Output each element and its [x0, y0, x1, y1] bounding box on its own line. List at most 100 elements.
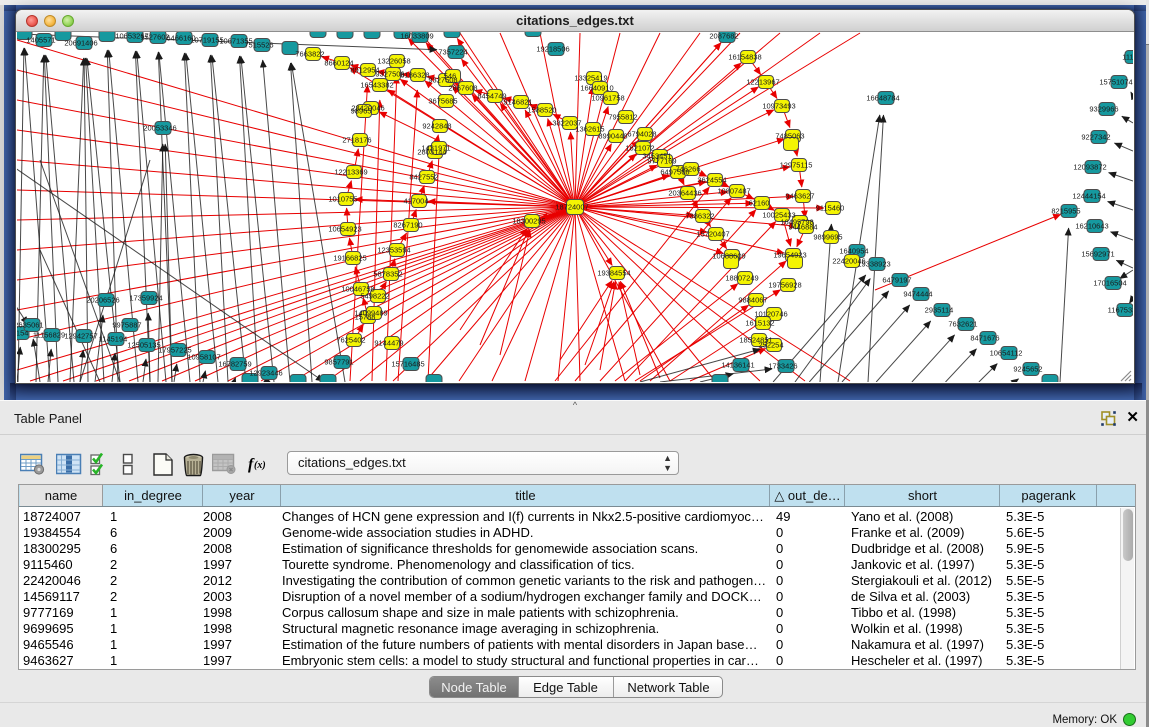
svg-text:13325419: 13325419 [574, 74, 607, 83]
svg-text:10120746: 10120746 [754, 310, 787, 319]
svg-text:3675685: 3675685 [428, 97, 457, 106]
svg-text:9463627: 9463627 [785, 192, 814, 201]
svg-text:7485063: 7485063 [775, 132, 804, 141]
svg-text:9857791: 9857791 [324, 358, 353, 367]
svg-text:7515526: 7515526 [244, 41, 273, 50]
svg-text:6794028: 6794028 [627, 130, 656, 139]
svg-text:8660124: 8660124 [324, 59, 353, 68]
svg-text:20364436: 20364436 [668, 189, 701, 198]
svg-text:10654112: 10654112 [990, 349, 1023, 358]
svg-text:20053346: 20053346 [143, 124, 176, 133]
svg-text:12923446: 12923446 [249, 369, 282, 378]
svg-text:20691406: 20691406 [64, 39, 97, 48]
svg-text:1615132: 1615132 [745, 319, 774, 328]
svg-text:19166825: 19166825 [333, 254, 366, 263]
svg-text:9245652: 9245652 [1013, 365, 1042, 374]
svg-text:9115460: 9115460 [816, 204, 845, 213]
svg-text:2635061: 2635061 [17, 321, 44, 330]
svg-text:8454749: 8454749 [477, 92, 506, 101]
svg-text:9227342: 9227342 [1081, 133, 1110, 142]
svg-text:1640954: 1640954 [839, 247, 868, 256]
svg-text:12213967: 12213967 [746, 78, 779, 87]
svg-text:39154: 39154 [17, 329, 28, 338]
svg-text:9975887: 9975887 [112, 321, 141, 330]
svg-text:19384554: 19384554 [597, 269, 630, 278]
svg-text:9144479: 9144479 [374, 339, 403, 348]
svg-text:11156829: 11156829 [33, 331, 65, 340]
svg-text:7632621: 7632621 [948, 320, 977, 329]
svg-text:2718176: 2718176 [342, 136, 371, 145]
svg-text:15720407: 15720407 [696, 230, 729, 239]
svg-text:8215955: 8215955 [1051, 207, 1080, 216]
svg-text:9777169: 9777169 [647, 157, 676, 166]
svg-text:(x): (x) [254, 460, 266, 471]
svg-text:12505135: 12505135 [127, 341, 160, 350]
svg-text:17359924: 17359924 [129, 294, 162, 303]
svg-text:2935114: 2935114 [925, 306, 954, 315]
svg-text:15692971: 15692971 [1081, 250, 1114, 259]
svg-text:20206526: 20206526 [86, 296, 119, 305]
svg-text:18807249: 18807249 [725, 274, 758, 283]
svg-text:1010755: 1010755 [328, 195, 357, 204]
svg-text:9474444: 9474444 [903, 290, 932, 299]
svg-text:1405571: 1405571 [26, 36, 55, 45]
svg-text:16648784: 16648784 [866, 94, 899, 103]
svg-text:17016504: 17016504 [1093, 279, 1126, 288]
svg-text:2087682: 2087682 [709, 32, 738, 41]
svg-text:9899695: 9899695 [813, 233, 842, 242]
svg-text:417004: 417004 [403, 197, 428, 206]
svg-text:15716485: 15716485 [391, 360, 424, 369]
svg-text:746266: 746266 [675, 165, 700, 174]
svg-text:252254: 252254 [758, 341, 783, 350]
svg-text:10688609: 10688609 [712, 252, 745, 261]
svg-text:13226058: 13226058 [377, 57, 410, 66]
svg-text:6479197: 6479197 [882, 276, 911, 285]
svg-text:19756928: 19756928 [768, 281, 801, 290]
svg-text:16033809: 16033809 [400, 32, 433, 41]
svg-text:5878352: 5878352 [373, 270, 402, 279]
svg-text:10961758: 10961758 [591, 94, 624, 103]
svg-text:8427552: 8427552 [409, 173, 438, 182]
svg-text:19218506: 19218506 [536, 45, 569, 54]
svg-text:8990448: 8990448 [598, 132, 627, 141]
svg-text:5498222: 5498222 [360, 292, 389, 301]
svg-text:10973493: 10973493 [762, 102, 795, 111]
svg-text:16640910: 16640910 [580, 84, 613, 93]
svg-text:9242848: 9242848 [422, 122, 451, 131]
svg-text:7955812: 7955812 [608, 113, 637, 122]
svg-text:3624554: 3624554 [697, 176, 726, 185]
svg-text:18300295: 18300295 [512, 217, 545, 226]
svg-text:19654923: 19654923 [773, 251, 806, 260]
svg-text:8186328: 8186328 [400, 71, 429, 80]
svg-text:9884067: 9884067 [738, 296, 767, 305]
svg-text:9329966: 9329966 [1089, 105, 1118, 114]
svg-text:1431971: 1431971 [421, 144, 450, 153]
svg-text:1588520: 1588520 [527, 106, 556, 115]
svg-text:10958107: 10958107 [187, 353, 220, 362]
svg-text:22420046: 22420046 [832, 257, 865, 266]
svg-text:12213369: 12213369 [334, 168, 367, 177]
svg-text:1733426: 1733426 [768, 362, 797, 371]
svg-text:12353594: 12353594 [377, 246, 410, 255]
svg-text:546: 546 [444, 72, 457, 81]
svg-text:10654923: 10654923 [328, 225, 361, 234]
svg-text:1145194: 1145194 [99, 335, 128, 344]
svg-text:7663822: 7663822 [295, 50, 324, 59]
svg-text:15751074: 15751074 [1099, 78, 1132, 87]
svg-text:62160: 62160 [749, 199, 770, 208]
svg-text:12942757: 12942757 [64, 332, 97, 341]
svg-text:16210643: 16210643 [1075, 222, 1108, 231]
svg-text:1112: 1112 [1122, 53, 1133, 62]
svg-text:1167533: 1167533 [1108, 306, 1133, 315]
svg-text:12093872: 12093872 [1073, 163, 1106, 172]
svg-text:14136141: 14136141 [721, 361, 754, 370]
svg-text:1527602: 1527602 [140, 33, 169, 42]
svg-text:8471676: 8471676 [970, 334, 999, 343]
svg-text:98965: 98965 [351, 107, 372, 116]
svg-text:16543382: 16543382 [360, 81, 393, 90]
svg-text:2867608: 2867608 [448, 84, 477, 93]
svg-text:10807487: 10807487 [717, 187, 750, 196]
svg-text:18724007: 18724007 [555, 203, 588, 212]
svg-text:14099489: 14099489 [354, 309, 387, 318]
svg-text:12444154: 12444154 [1072, 192, 1105, 201]
